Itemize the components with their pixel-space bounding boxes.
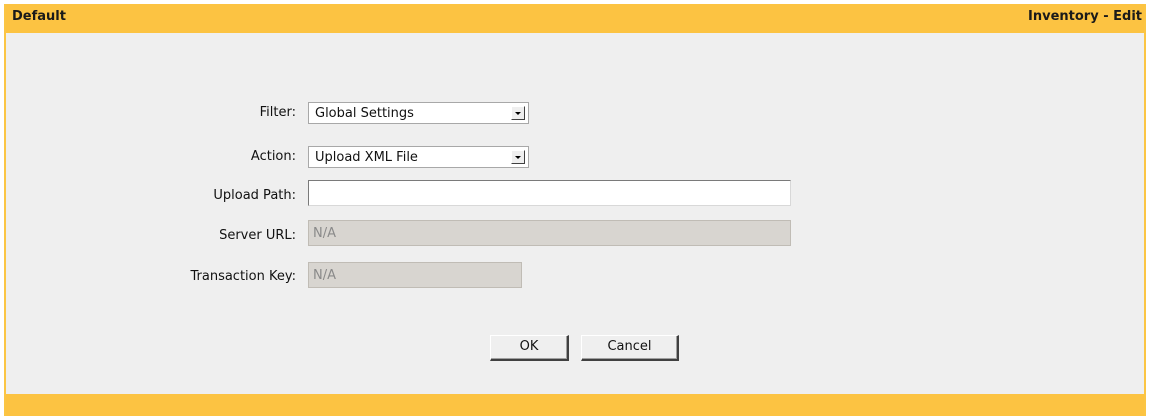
chevron-down-icon bbox=[515, 156, 521, 159]
header-right-title: Inventory - Edit bbox=[1028, 9, 1142, 24]
transaction-key-label: Transaction Key: bbox=[190, 269, 296, 284]
header-left-title: Default bbox=[12, 9, 66, 24]
server-url-label: Server URL: bbox=[219, 228, 296, 243]
transaction-key-input bbox=[308, 262, 522, 288]
chevron-down-icon bbox=[515, 112, 521, 115]
action-select[interactable]: Upload XML File bbox=[308, 146, 529, 168]
action-dropdown-button[interactable] bbox=[511, 150, 525, 164]
action-label: Action: bbox=[250, 149, 296, 164]
filter-select[interactable]: Global Settings bbox=[308, 102, 529, 124]
ok-button[interactable]: OK bbox=[490, 335, 569, 361]
filter-label: Filter: bbox=[259, 105, 296, 120]
filter-dropdown-button[interactable] bbox=[511, 106, 525, 120]
action-select-value: Upload XML File bbox=[315, 150, 418, 165]
filter-select-value: Global Settings bbox=[315, 106, 414, 121]
header-bar: Default Inventory - Edit bbox=[6, 4, 1144, 33]
upload-path-input[interactable] bbox=[308, 180, 791, 206]
server-url-input bbox=[308, 220, 791, 246]
upload-path-label: Upload Path: bbox=[213, 188, 296, 203]
inventory-edit-panel: Default Inventory - Edit Filter: Global … bbox=[4, 4, 1146, 416]
cancel-button[interactable]: Cancel bbox=[581, 335, 679, 361]
footer-bar bbox=[6, 394, 1144, 416]
